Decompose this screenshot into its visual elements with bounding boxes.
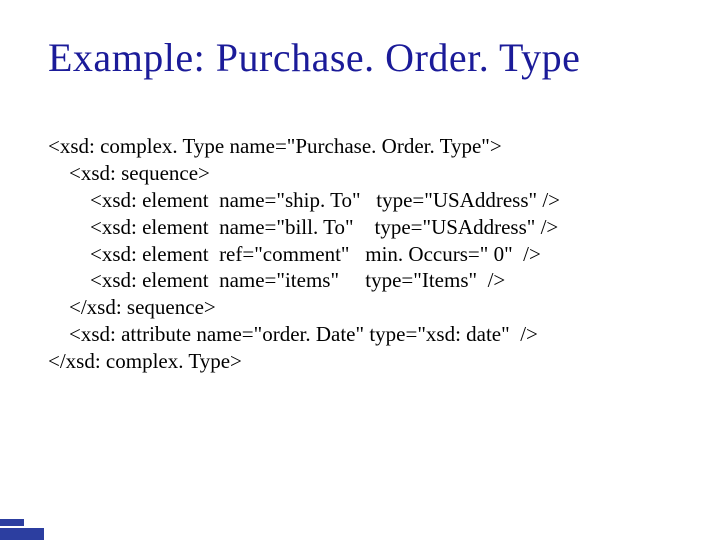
code-line: <xsd: element name="ship. To" type="USAd… <box>48 188 560 212</box>
code-line: <xsd: attribute name="order. Date" type=… <box>48 322 538 346</box>
code-line: </xsd: complex. Type> <box>48 349 242 373</box>
code-line: <xsd: element name="bill. To" type="USAd… <box>48 215 558 239</box>
code-line: <xsd: element ref="comment" min. Occurs=… <box>48 242 541 266</box>
slide-title: Example: Purchase. Order. Type <box>48 34 680 81</box>
decoration-bar-icon <box>0 519 24 526</box>
code-line: </xsd: sequence> <box>48 295 216 319</box>
code-line: <xsd: sequence> <box>48 161 210 185</box>
decoration-bar-icon <box>0 528 44 540</box>
code-line: <xsd: element name="items" type="Items" … <box>48 268 505 292</box>
code-line: <xsd: complex. Type name="Purchase. Orde… <box>48 134 502 158</box>
corner-decoration <box>0 500 54 540</box>
code-block: <xsd: complex. Type name="Purchase. Orde… <box>48 133 680 375</box>
